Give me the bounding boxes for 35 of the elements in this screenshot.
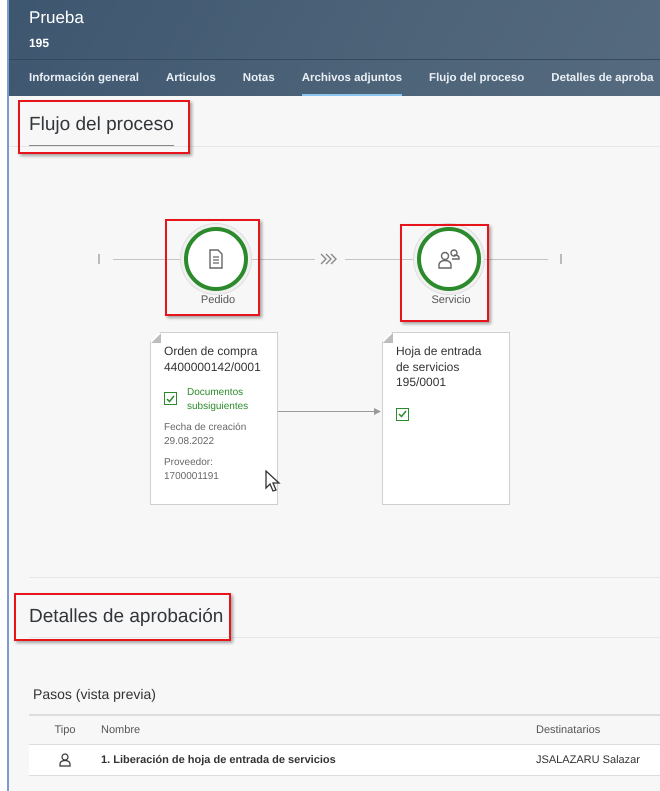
folded-corner-icon — [383, 333, 393, 343]
column-header: Destinatarios — [536, 724, 602, 736]
tab[interactable]: Detalles de aproba — [551, 60, 660, 96]
lane-end-mark — [560, 254, 562, 264]
field-label: Proveedor: — [164, 456, 214, 470]
card-title: Hoja de entrada de servicios 195/0001 — [396, 344, 482, 391]
cursor-icon — [265, 470, 281, 492]
table-cell-text: 1. Liberación de hoja de entrada de servicios — [101, 754, 337, 766]
field-value: 29.08.2022 — [164, 434, 216, 448]
lane-start-mark — [98, 254, 100, 264]
chevrons-icon — [320, 253, 338, 265]
document-number: 195 — [29, 36, 50, 50]
section-heading: Detalles de aprobación — [29, 606, 224, 629]
table-title: Pasos (vista previa) — [33, 686, 157, 702]
folded-corner-icon — [151, 333, 161, 343]
page-title: Prueba — [29, 8, 85, 28]
field-label: Fecha de creación — [164, 421, 248, 435]
status-text: Documentos subsiguientes — [187, 386, 250, 414]
card-title: Orden de compra 4400000142/0001 — [164, 344, 262, 376]
tab[interactable]: Archivos adjuntos — [302, 60, 402, 96]
tab[interactable]: Información general — [29, 60, 154, 96]
lane-label: Pedido — [200, 294, 236, 306]
tab[interactable]: Flujo del proceso — [429, 60, 540, 96]
document-icon — [208, 249, 224, 269]
tab[interactable]: Notas — [242, 60, 290, 96]
person-icon — [59, 753, 71, 767]
document-card[interactable]: Orden de compra 4400000142/0001 Documentos subsiguientes Fecha de creación 29.08.2022 Proveedor: 1700001191 — [150, 332, 278, 505]
tab[interactable]: Articulos — [166, 60, 231, 96]
document-card[interactable]: Hoja de entrada de servicios 195/0001 — [382, 332, 510, 505]
column-header: Nombre — [101, 724, 142, 736]
column-header: Tipo — [54, 724, 76, 736]
table-cell-text: JSALAZARU Salazar — [536, 754, 641, 766]
people-icon — [437, 249, 461, 269]
field-value: 1700001191 — [164, 470, 220, 484]
lane-label: Servicio — [430, 294, 472, 306]
